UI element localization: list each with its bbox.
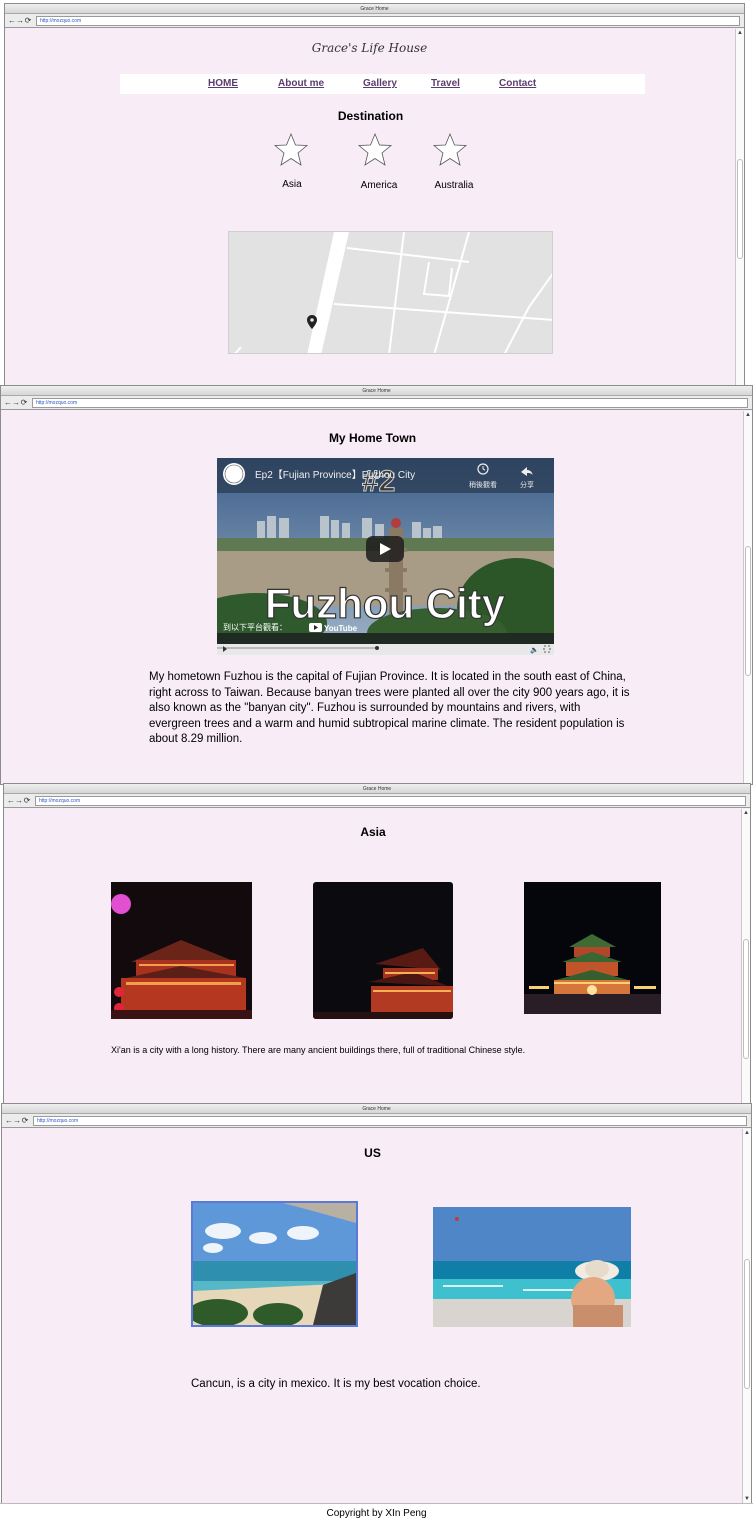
watch-later-label[interactable]: 稍後觀看: [469, 480, 497, 489]
scroll-up-icon[interactable]: ▲: [737, 30, 743, 36]
scrollbar[interactable]: ▲: [743, 411, 752, 784]
browser-toolbar: ←→⟳ http://mozquo.com: [4, 794, 750, 808]
reload-icon[interactable]: ⟳: [21, 1116, 29, 1126]
url-field[interactable]: http://mozquo.com: [32, 398, 748, 408]
destination-label-australia[interactable]: Australia: [419, 180, 489, 191]
scroll-up-icon[interactable]: ▲: [745, 412, 751, 418]
video-overlay-title: Fuzhou City: [265, 580, 506, 627]
scrollbar[interactable]: ▲ ▼: [742, 1129, 751, 1503]
asia-description: Xi'an is a city with a long history. The…: [111, 1045, 526, 1055]
scroll-thumb[interactable]: [745, 546, 751, 676]
forward-icon[interactable]: →: [16, 16, 24, 26]
back-icon[interactable]: ←: [4, 398, 12, 408]
window-title: Grace Home: [5, 4, 744, 14]
nav-home[interactable]: HOME: [208, 78, 238, 89]
scroll-up-icon[interactable]: ▲: [744, 1130, 750, 1136]
browser-window-home: Grace Home ←→⟳ http://mozquo.com Grace's…: [4, 3, 745, 386]
browser-window-us: Grace Home ←→⟳ http://mozquo.com US Canc…: [1, 1103, 752, 1504]
footer-copyright: Copyright by XIn Peng: [0, 1503, 753, 1525]
youtube-label[interactable]: YouTube: [324, 624, 358, 633]
reload-icon[interactable]: ⟳: [23, 796, 31, 806]
reload-icon[interactable]: ⟳: [20, 398, 28, 408]
nav-gallery[interactable]: Gallery: [363, 78, 397, 89]
scrollbar[interactable]: ▲: [741, 809, 750, 1104]
xian-photo-3[interactable]: [524, 882, 661, 1014]
video-title[interactable]: Ep2【Fujian Province】Fuzhou City: [255, 469, 415, 481]
watch-on-label: 到以下平台觀看：: [223, 622, 287, 632]
browser-toolbar: ←→⟳ http://mozquo.com: [2, 1114, 751, 1128]
star-icon-america[interactable]: [357, 132, 393, 168]
xian-photo-2[interactable]: [313, 882, 453, 1019]
scroll-down-icon[interactable]: ▼: [744, 1496, 750, 1502]
reload-icon[interactable]: ⟳: [24, 16, 32, 26]
window-title: Grace Home: [2, 1104, 751, 1114]
scroll-up-icon[interactable]: ▲: [743, 810, 749, 816]
us-title: US: [364, 1146, 381, 1160]
back-icon[interactable]: ←: [8, 16, 16, 26]
star-icon-australia[interactable]: [432, 132, 468, 168]
scroll-thumb[interactable]: [737, 159, 743, 259]
destination-title: Destination: [337, 109, 404, 123]
site-logo[interactable]: Grace's Life House: [5, 41, 734, 55]
browser-window-hometown: Grace Home ←→⟳ http://mozquo.com My Home…: [0, 385, 753, 785]
url-field[interactable]: http://mozquo.com: [35, 796, 746, 806]
nav-travel[interactable]: Travel: [431, 78, 460, 89]
share-label[interactable]: 分享: [520, 480, 534, 489]
cancun-photo-1[interactable]: [191, 1201, 358, 1327]
star-icon-asia[interactable]: [273, 132, 309, 168]
forward-icon[interactable]: →: [12, 398, 20, 408]
back-icon[interactable]: ←: [7, 796, 15, 806]
forward-icon[interactable]: →: [15, 796, 23, 806]
map-pin-icon[interactable]: [307, 315, 317, 329]
us-description: Cancun, is a city in mexico. It is my be…: [191, 1378, 481, 1390]
volume-icon[interactable]: 🔈: [530, 646, 539, 654]
back-icon[interactable]: ←: [5, 1116, 13, 1126]
url-field[interactable]: http://mozquo.com: [33, 1116, 747, 1126]
destination-label-asia[interactable]: Asia: [257, 179, 327, 190]
url-field[interactable]: http://mozquo.com: [36, 16, 740, 26]
video-player[interactable]: #2 Ep2【Fujian Province】Fuzhou City Fuzho…: [217, 458, 554, 655]
window-title: Grace Home: [1, 386, 752, 396]
scroll-thumb[interactable]: [743, 939, 749, 1059]
nav-about-me[interactable]: About me: [278, 78, 324, 89]
nav-contact[interactable]: Contact: [499, 78, 536, 89]
asia-title: Asia: [360, 825, 386, 839]
forward-icon[interactable]: →: [13, 1116, 21, 1126]
hometown-description: My hometown Fuzhou is the capital of Fuj…: [149, 671, 630, 745]
scroll-thumb[interactable]: [744, 1259, 750, 1389]
location-map[interactable]: [228, 231, 553, 354]
browser-toolbar: ←→⟳ http://mozquo.com: [1, 396, 752, 410]
scrollbar[interactable]: ▲: [735, 29, 744, 385]
browser-toolbar: ←→⟳ http://mozquo.com: [5, 14, 744, 28]
browser-window-asia: Grace Home ←→⟳ http://mozquo.com Asia Xi…: [3, 783, 751, 1105]
destination-label-america[interactable]: America: [344, 180, 414, 191]
main-nav: HOME About me Gallery Travel Contact: [120, 74, 645, 94]
hometown-title: My Home Town: [328, 431, 417, 445]
xian-photo-1[interactable]: [111, 882, 252, 1019]
window-title: Grace Home: [4, 784, 750, 794]
cancun-photo-2[interactable]: [433, 1207, 631, 1327]
